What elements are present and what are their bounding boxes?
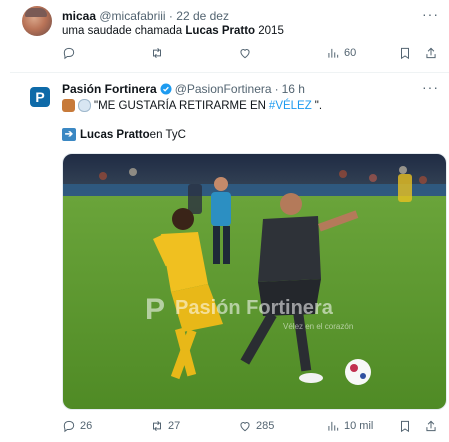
avatar[interactable]: P [30, 87, 50, 107]
more-icon[interactable]: ··· [422, 79, 439, 95]
tweet-text-prefix: uma saudade chamada [62, 25, 186, 37]
arrow-right-icon: ➔ [62, 128, 76, 141]
views-count: 10 mil [344, 420, 374, 432]
bookmark-button[interactable] [398, 46, 412, 60]
like-button[interactable] [238, 46, 256, 60]
bookmark-icon [401, 420, 409, 433]
reply-count: 26 [80, 420, 93, 432]
like-icon [240, 49, 250, 59]
display-name[interactable]: Pasión Fortinera [62, 82, 157, 96]
tweet-text-bold: Lucas Pratto [185, 25, 256, 37]
share-button[interactable] [424, 419, 438, 433]
handle[interactable]: @PasionFortinera [175, 82, 272, 96]
quote-end: ". [314, 99, 323, 112]
tweet-quote-line: "ME GUSTARÍA RETIRARME EN #VÉLEZ ". [62, 99, 322, 112]
tweet-link-line: ➔ Lucas Pratto en TyC [62, 128, 186, 141]
share-icon [426, 47, 436, 59]
retweet-count: 27 [168, 420, 181, 432]
tweet-photo[interactable]: P Pasión Fortinera Vélez en el corazón [62, 153, 447, 410]
separator: · [274, 82, 279, 96]
bookmark-icon [401, 47, 409, 60]
speech-bubble-emoji-icon [78, 99, 91, 112]
views-count: 60 [344, 47, 357, 59]
ball [345, 359, 371, 385]
bookmark-button[interactable] [398, 419, 412, 433]
reply-icon [63, 47, 75, 60]
tweet-actions: 60 [62, 46, 442, 64]
like-icon [240, 422, 250, 432]
views-icon [328, 48, 339, 58]
views-icon [328, 421, 339, 431]
views-button[interactable]: 10 mil [326, 419, 373, 433]
reply-icon [63, 420, 75, 433]
hashtag-link[interactable]: #VÉLEZ [269, 100, 312, 112]
tweet-header: Pasión Fortinera @PasionFortinera · 16 h [62, 82, 305, 96]
separator: · [168, 9, 173, 23]
share-icon [426, 420, 436, 432]
like-count: 285 [256, 420, 275, 432]
share-button[interactable] [424, 46, 438, 60]
retweet-icon [153, 47, 161, 59]
svg-text:P: P [145, 293, 165, 326]
like-button[interactable]: 285 [238, 419, 274, 433]
views-button[interactable]: 60 [326, 46, 356, 60]
display-name[interactable]: micaa [62, 9, 96, 23]
avatar[interactable] [22, 6, 52, 36]
reply-button[interactable] [62, 46, 80, 60]
tweet-micaa[interactable]: micaa @micafabriii · 22 de dez ··· uma s… [10, 0, 449, 75]
link-suffix: en TyC [149, 128, 186, 141]
link-bold: Lucas Pratto [80, 128, 150, 141]
tweet-date[interactable]: 22 de dez [176, 9, 229, 23]
reply-button[interactable]: 26 [62, 419, 92, 433]
tweet-pasion-fortinera[interactable]: P Pasión Fortinera @PasionFortinera · 16… [10, 73, 449, 442]
tweet-actions: 26 27 285 10 mil [62, 419, 442, 437]
svg-text:Pasión Fortinera: Pasión Fortinera [175, 297, 334, 319]
svg-text:Vélez en el corazón: Vélez en el corazón [283, 322, 353, 331]
tweet-text: uma saudade chamada Lucas Pratto 2015 [62, 25, 284, 37]
tweet-header: micaa @micafabriii · 22 de dez [62, 9, 229, 23]
quote-text: "ME GUSTARÍA RETIRARME EN [94, 99, 266, 112]
dog-emoji-icon [62, 99, 75, 112]
avatar-letter: P [35, 89, 45, 105]
football-photo: P Pasión Fortinera Vélez en el corazón [63, 154, 446, 409]
handle[interactable]: @micafabriii [99, 9, 165, 23]
tweet-time[interactable]: 16 h [282, 82, 305, 96]
retweet-icon [153, 420, 161, 432]
verified-badge-icon [160, 83, 172, 95]
tweet-text-suffix: 2015 [255, 25, 284, 37]
retweet-button[interactable]: 27 [150, 419, 180, 433]
more-icon[interactable]: ··· [422, 6, 439, 22]
retweet-button[interactable] [150, 46, 168, 60]
